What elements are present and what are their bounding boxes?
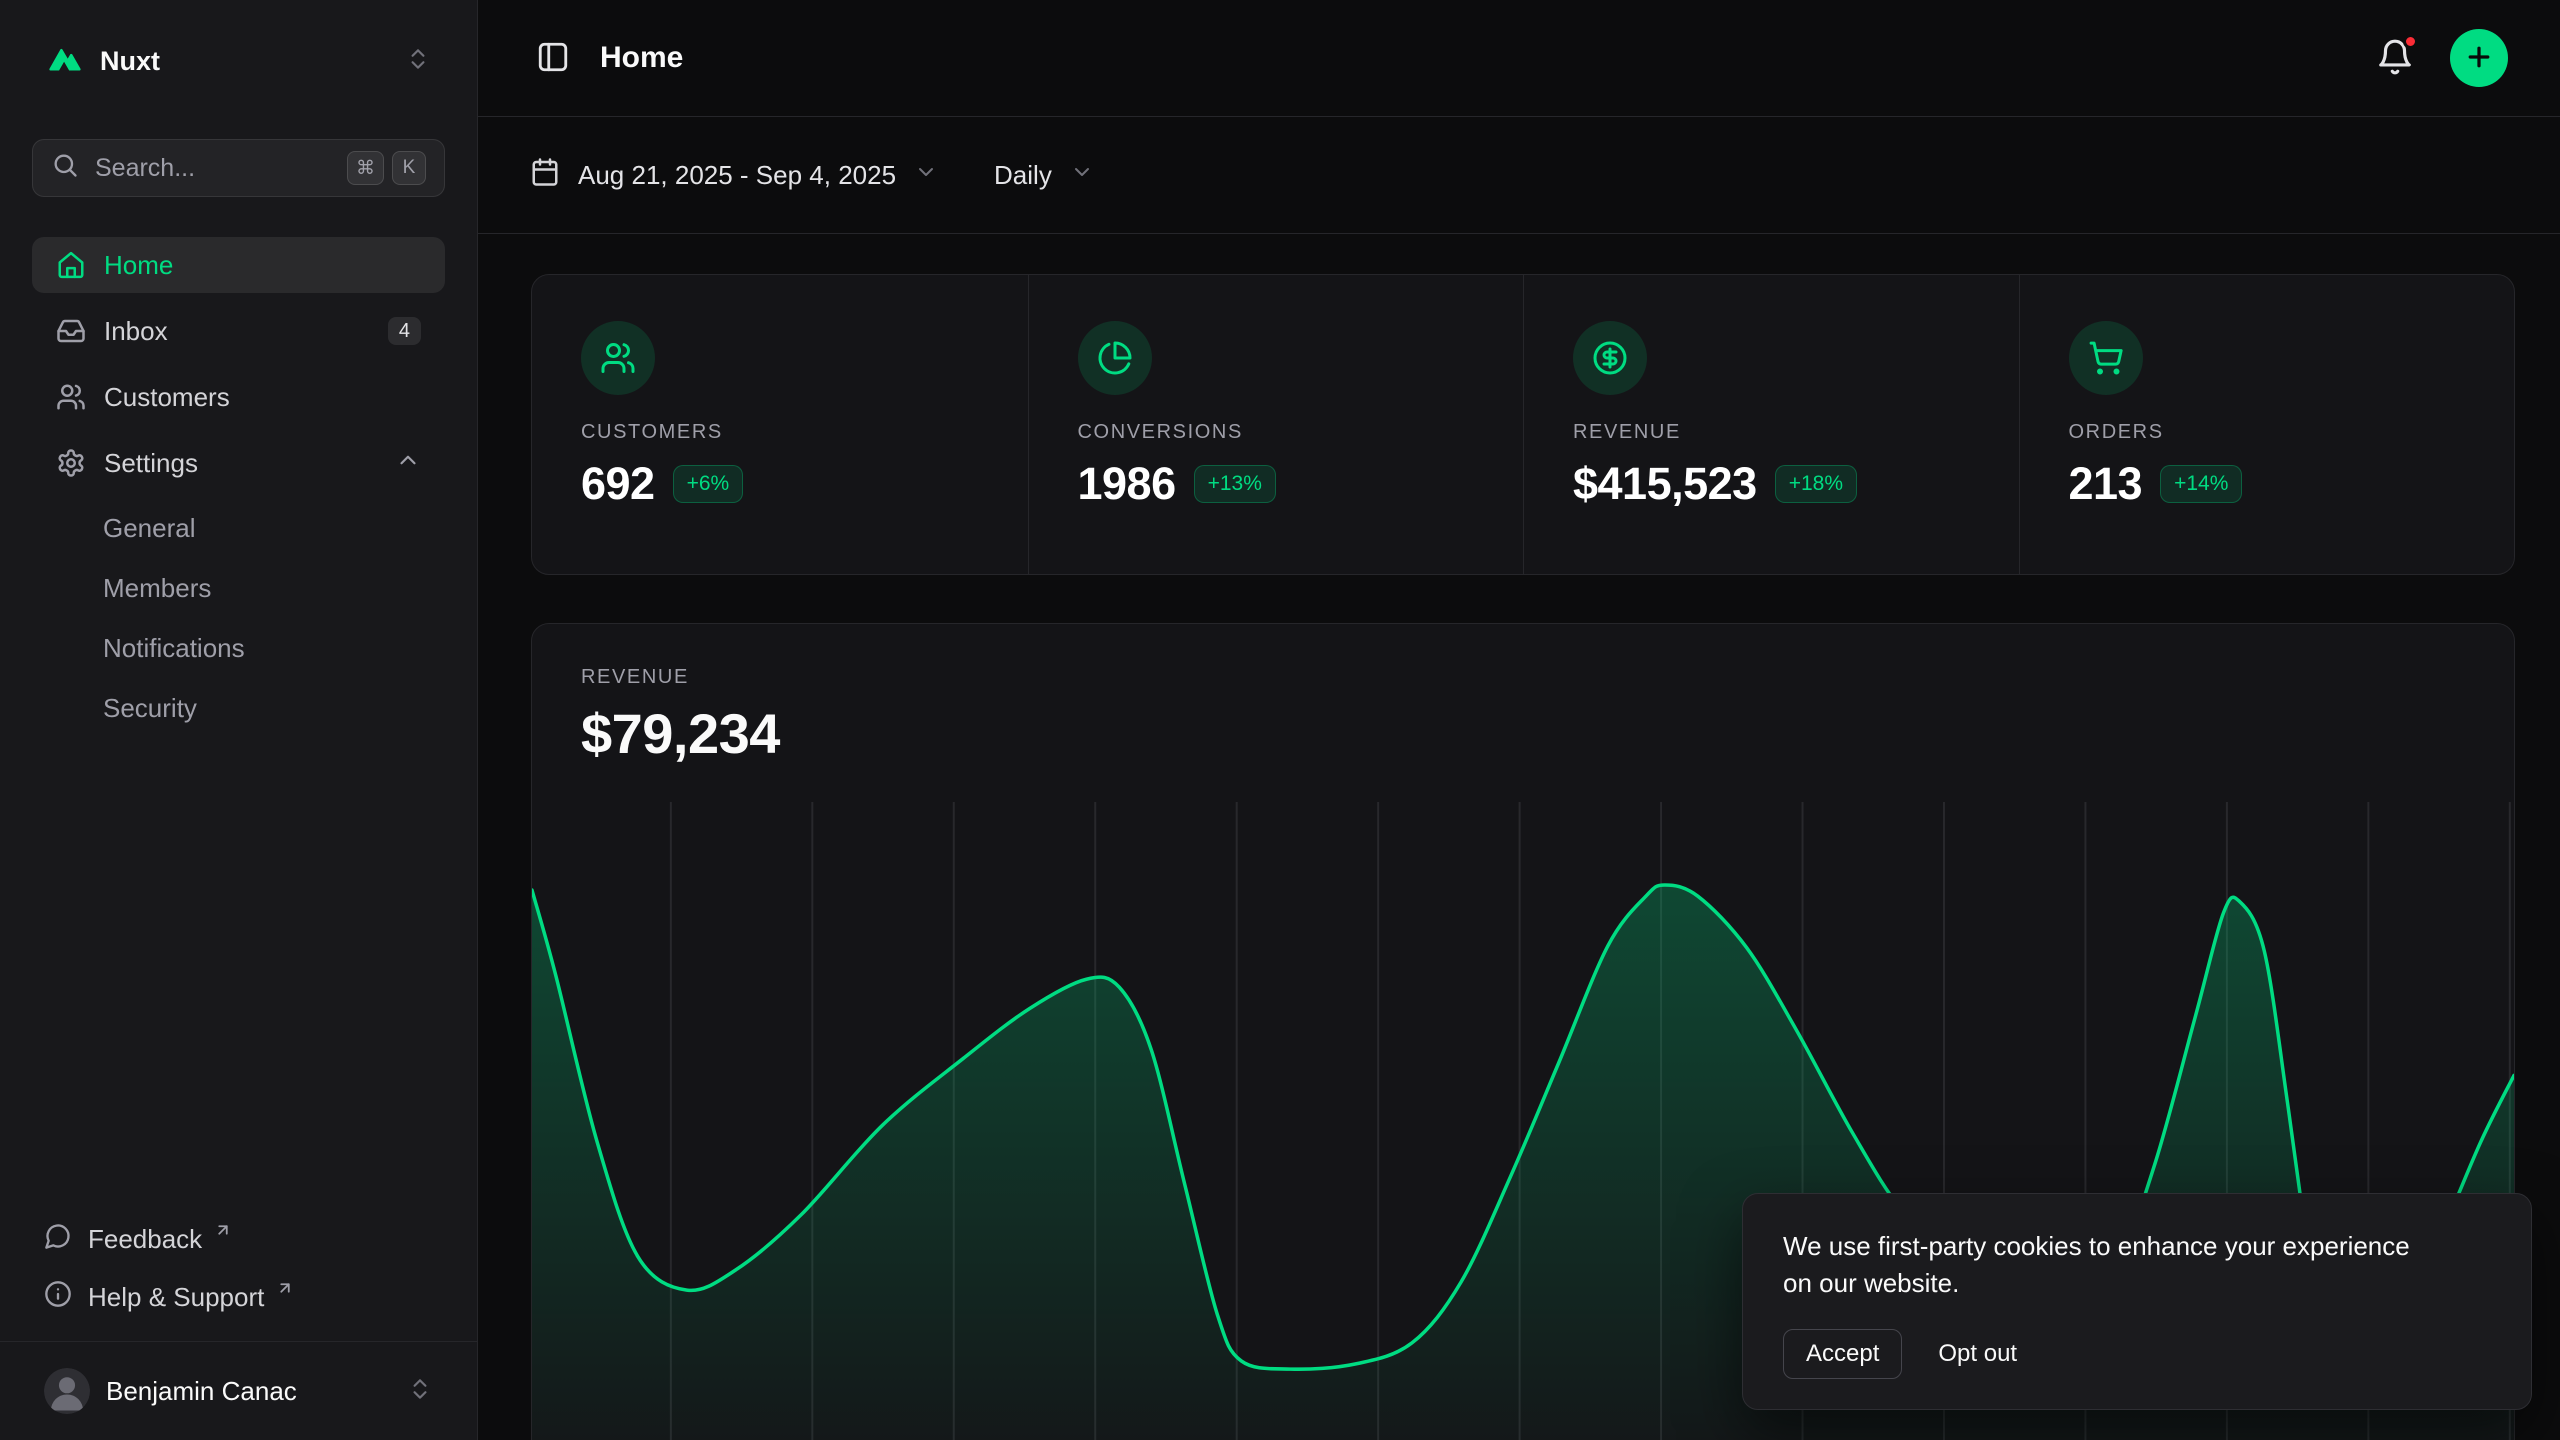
inbox-count-badge: 4 (388, 317, 421, 345)
users-icon (581, 321, 655, 395)
avatar (44, 1368, 90, 1414)
stat-value: 1986 (1078, 458, 1176, 510)
stat-delta-badge: +18% (1775, 465, 1857, 502)
sidebar-item-label: Customers (104, 382, 230, 413)
sidebar: Nuxt Search... ⌘ K Home (0, 0, 478, 1440)
cookie-banner: We use first-party cookies to enhance yo… (1742, 1193, 2532, 1410)
sidebar-item-customers[interactable]: Customers (32, 369, 445, 425)
sidebar-subitem-label: Members (103, 573, 211, 604)
sidebar-item-home[interactable]: Home (32, 237, 445, 293)
sidebar-item-general[interactable]: General (32, 501, 445, 555)
stat-delta-badge: +13% (1194, 465, 1276, 502)
page-header: Home (478, 0, 2560, 117)
chevron-up-down-icon (407, 1376, 433, 1407)
stat-label: REVENUE (1573, 421, 2019, 444)
chevron-up-down-icon (405, 46, 431, 77)
stat-delta-badge: +6% (673, 465, 744, 502)
app-root: Nuxt Search... ⌘ K Home (0, 0, 2560, 1440)
stats-summary-card: CUSTOMERS 692 +6% CONVERSIONS 1986 +13% (531, 274, 2515, 575)
sidebar-subitem-label: General (103, 513, 196, 544)
revenue-chart-value: $79,234 (581, 701, 2514, 766)
calendar-icon (530, 157, 560, 194)
pie-chart-icon (1078, 321, 1152, 395)
message-bubble-icon (44, 1222, 72, 1257)
notification-dot (2403, 34, 2418, 49)
search-icon (51, 151, 79, 186)
page-header-left: Home (530, 34, 2370, 83)
inbox-icon (56, 316, 86, 346)
stat-value: 692 (581, 458, 655, 510)
cart-icon (2069, 321, 2143, 395)
notifications-wrapper (2370, 32, 2420, 85)
stat-customers: CUSTOMERS 692 +6% (532, 275, 1028, 574)
sidebar-footer-links: Feedback Help & Support (0, 1211, 477, 1341)
user-menu[interactable]: Benjamin Canac (32, 1360, 445, 1422)
search-shortcut: ⌘ K (347, 151, 426, 185)
search-input[interactable]: Search... ⌘ K (32, 139, 445, 197)
help-support-label: Help & Support (88, 1282, 264, 1313)
external-link-icon (214, 1215, 232, 1246)
sidebar-item-label: Settings (104, 448, 198, 479)
sidebar-subitem-label: Notifications (103, 633, 245, 664)
feedback-label: Feedback (88, 1224, 202, 1255)
sidebar-subitem-label: Security (103, 693, 197, 724)
sidebar-nav: Home Inbox 4 Customers Settings (32, 237, 445, 735)
gear-icon (56, 448, 86, 478)
search-placeholder: Search... (95, 154, 195, 183)
sidebar-item-label: Home (104, 250, 173, 281)
page-title: Home (600, 41, 683, 75)
stat-value: 213 (2069, 458, 2143, 510)
add-button[interactable] (2450, 29, 2508, 87)
date-range-picker[interactable]: Aug 21, 2025 - Sep 4, 2025 (530, 157, 938, 194)
users-icon (56, 382, 86, 412)
stat-orders: ORDERS 213 +14% (2019, 275, 2515, 574)
stat-label: CONVERSIONS (1078, 421, 1524, 444)
sidebar-item-notifications[interactable]: Notifications (32, 621, 445, 675)
chevron-up-icon (395, 447, 421, 480)
sidebar-item-members[interactable]: Members (32, 561, 445, 615)
sidebar-item-label: Inbox (104, 316, 168, 347)
nuxt-logo-icon (46, 40, 84, 83)
revenue-chart-header: REVENUE $79,234 (532, 624, 2514, 766)
stat-revenue: REVENUE $415,523 +18% (1523, 275, 2019, 574)
dollar-circle-icon (1573, 321, 1647, 395)
cookie-accept-button[interactable]: Accept (1783, 1329, 1902, 1379)
team-switcher[interactable]: Nuxt (32, 30, 445, 93)
help-support-link[interactable]: Help & Support (32, 1269, 445, 1325)
stat-label: CUSTOMERS (581, 421, 1028, 444)
settings-subnav: General Members Notifications Security (32, 501, 445, 735)
filter-toolbar: Aug 21, 2025 - Sep 4, 2025 Daily (478, 117, 2560, 234)
sidebar-item-security[interactable]: Security (32, 681, 445, 735)
home-icon (56, 250, 86, 280)
sidebar-item-inbox[interactable]: Inbox 4 (32, 303, 445, 359)
cookie-message: We use first-party cookies to enhance yo… (1783, 1228, 2423, 1303)
help-circle-icon (44, 1280, 72, 1315)
chevron-down-icon (914, 160, 938, 191)
kbd-k: K (392, 151, 426, 185)
plus-icon (2464, 42, 2494, 75)
stat-delta-badge: +14% (2160, 465, 2242, 502)
feedback-link[interactable]: Feedback (32, 1211, 445, 1267)
external-link-icon (276, 1273, 294, 1304)
stat-label: ORDERS (2069, 421, 2515, 444)
sidebar-item-settings[interactable]: Settings (32, 435, 445, 491)
user-name: Benjamin Canac (106, 1376, 391, 1407)
sidebar-toggle-button[interactable] (530, 34, 576, 83)
revenue-chart-label: REVENUE (581, 666, 2514, 689)
sidebar-user-section: Benjamin Canac (0, 1341, 477, 1440)
chevron-down-icon (1070, 160, 1094, 191)
stat-conversions: CONVERSIONS 1986 +13% (1028, 275, 1524, 574)
date-range-value: Aug 21, 2025 - Sep 4, 2025 (578, 160, 896, 191)
stat-value: $415,523 (1573, 458, 1757, 510)
granularity-select[interactable]: Daily (994, 160, 1094, 191)
cookie-actions: Accept Opt out (1783, 1329, 2491, 1379)
panel-left-icon (536, 40, 570, 77)
granularity-value: Daily (994, 160, 1052, 191)
cookie-optout-button[interactable]: Opt out (1938, 1340, 2017, 1368)
team-name: Nuxt (100, 46, 389, 77)
kbd-meta: ⌘ (347, 151, 384, 185)
